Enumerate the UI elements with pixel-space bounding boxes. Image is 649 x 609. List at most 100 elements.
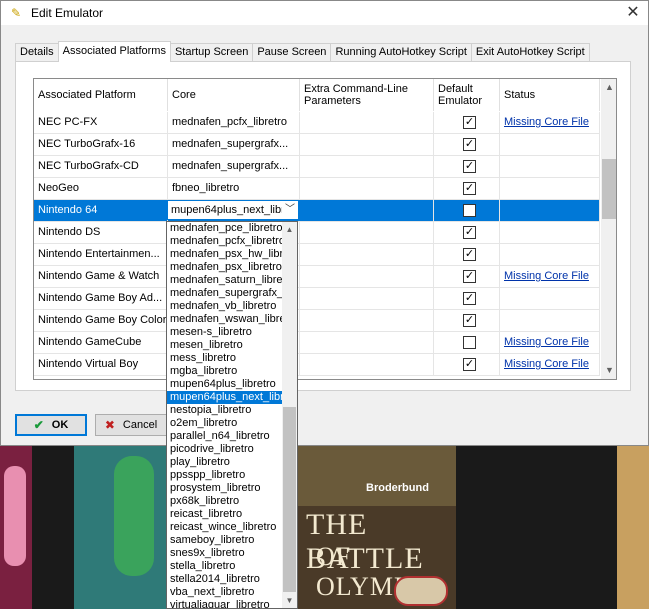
table-row[interactable]: Nintendo GameCube Missing Core File <box>34 332 600 354</box>
dropdown-option[interactable]: px68k_libretro <box>167 495 283 508</box>
core-cell[interactable]: mednafen_supergrafx... <box>168 134 300 155</box>
dropdown-option[interactable]: prosystem_libretro <box>167 482 283 495</box>
dropdown-scrollbar[interactable]: ▲ ▼ <box>282 222 297 608</box>
table-row[interactable]: NEC TurboGrafx-16 mednafen_supergrafx... ✓ <box>34 134 600 156</box>
scroll-down-icon[interactable]: ▼ <box>282 593 297 608</box>
tab-pause-screen[interactable]: Pause Screen <box>252 43 332 62</box>
table-row[interactable]: Nintendo Virtual Boy ✓ Missing Core File <box>34 354 600 376</box>
core-cell[interactable]: mednafen_pcfx_libretro <box>168 112 300 133</box>
default-emulator-checkbox[interactable]: ✓ <box>463 314 476 327</box>
grid-scrollbar[interactable]: ▲ ▼ <box>601 79 616 379</box>
status-cell[interactable]: Missing Core File <box>500 266 600 287</box>
scroll-up-icon[interactable]: ▲ <box>601 79 616 96</box>
default-emulator-checkbox[interactable]: ✓ <box>463 138 476 151</box>
dropdown-option[interactable]: mednafen_psx_libretro <box>167 261 283 274</box>
params-cell[interactable] <box>300 134 434 155</box>
default-emulator-checkbox[interactable] <box>463 336 476 349</box>
params-cell[interactable] <box>300 354 434 375</box>
default-emulator-checkbox[interactable]: ✓ <box>463 270 476 283</box>
default-emulator-checkbox[interactable]: ✓ <box>463 116 476 129</box>
dropdown-option[interactable]: ppsspp_libretro <box>167 469 283 482</box>
table-row[interactable]: Nintendo 64 <box>34 200 600 222</box>
dropdown-option[interactable]: virtualjaguar_libretro <box>167 599 283 608</box>
dropdown-option[interactable]: vba_next_libretro <box>167 586 283 599</box>
scroll-thumb[interactable] <box>283 407 296 592</box>
column-header[interactable]: Associated Platform <box>34 79 168 111</box>
core-cell[interactable]: mednafen_supergrafx... <box>168 156 300 177</box>
params-cell[interactable] <box>300 310 434 331</box>
default-emulator-checkbox[interactable]: ✓ <box>463 182 476 195</box>
core-cell[interactable]: fbneo_libretro <box>168 178 300 199</box>
dropdown-option[interactable]: mednafen_supergrafx_ <box>167 287 283 300</box>
params-cell[interactable] <box>300 222 434 243</box>
dropdown-option[interactable]: parallel_n64_libretro <box>167 430 283 443</box>
table-row[interactable]: Nintendo Game & Watch ✓ Missing Core File <box>34 266 600 288</box>
default-emulator-checkbox[interactable]: ✓ <box>463 248 476 261</box>
close-button[interactable]: ✕ <box>622 1 644 25</box>
params-cell[interactable] <box>300 200 434 221</box>
params-cell[interactable] <box>300 332 434 353</box>
params-cell[interactable] <box>300 112 434 133</box>
dropdown-option[interactable]: mesen_libretro <box>167 339 283 352</box>
tab-associated-platforms[interactable]: Associated Platforms <box>57 41 171 62</box>
dropdown-option[interactable]: mednafen_psx_hw_libr <box>167 248 283 261</box>
cancel-button[interactable]: ✖ Cancel <box>95 414 167 436</box>
table-row[interactable]: NeoGeo fbneo_libretro ✓ <box>34 178 600 200</box>
table-row[interactable]: Nintendo DS ✓ <box>34 222 600 244</box>
dropdown-option[interactable]: mupen64plus_next_libr <box>167 391 283 404</box>
tab-running-autohotkey-script[interactable]: Running AutoHotkey Script <box>330 43 472 62</box>
dropdown-option[interactable]: reicast_libretro <box>167 508 283 521</box>
scroll-up-icon[interactable]: ▲ <box>282 222 297 237</box>
default-emulator-checkbox[interactable] <box>463 204 476 217</box>
dropdown-option[interactable]: picodrive_libretro <box>167 443 283 456</box>
default-emulator-checkbox[interactable]: ✓ <box>463 358 476 371</box>
dropdown-option[interactable]: mupen64plus_libretro <box>167 378 283 391</box>
column-header[interactable]: Status <box>500 79 600 111</box>
table-row[interactable]: Nintendo Entertainmen... ✓ <box>34 244 600 266</box>
table-row[interactable]: Nintendo Game Boy Ad... ✓ <box>34 288 600 310</box>
core-combobox[interactable]: mupen64plus_next_libr ﹀ <box>167 200 299 220</box>
table-row[interactable]: NEC PC-FX mednafen_pcfx_libretro ✓ Missing … <box>34 112 600 134</box>
params-cell[interactable] <box>300 178 434 199</box>
dropdown-option[interactable]: mesen-s_libretro <box>167 326 283 339</box>
dropdown-option[interactable]: sameboy_libretro <box>167 534 283 547</box>
column-header[interactable]: Default Emulator <box>434 79 500 111</box>
dropdown-option[interactable]: mednafen_pce_libretro <box>167 222 283 235</box>
table-row[interactable]: Nintendo Game Boy Color ✓ <box>34 310 600 332</box>
tab-details[interactable]: Details <box>15 43 59 62</box>
table-row[interactable]: NEC TurboGrafx-CD mednafen_supergrafx... ✓ <box>34 156 600 178</box>
dropdown-option[interactable]: mess_libretro <box>167 352 283 365</box>
core-dropdown-list[interactable]: mednafen_pce_libretro mednafen_pcfx_libre… <box>166 221 298 609</box>
dropdown-option[interactable]: mgba_libretro <box>167 365 283 378</box>
dropdown-option[interactable]: mednafen_wswan_libre <box>167 313 283 326</box>
dropdown-option[interactable]: stella2014_libretro <box>167 573 283 586</box>
dropdown-option[interactable]: nestopia_libretro <box>167 404 283 417</box>
status-cell[interactable]: Missing Core File <box>500 112 600 133</box>
dropdown-option[interactable]: reicast_wince_libretro <box>167 521 283 534</box>
status-cell[interactable]: Missing Core File <box>500 354 600 375</box>
default-emulator-checkbox[interactable]: ✓ <box>463 226 476 239</box>
params-cell[interactable] <box>300 156 434 177</box>
scroll-thumb[interactable] <box>602 159 616 219</box>
dropdown-option[interactable]: snes9x_libretro <box>167 547 283 560</box>
dropdown-option[interactable]: mednafen_pcfx_libretro <box>167 235 283 248</box>
ok-button[interactable]: ✔ OK <box>15 414 87 436</box>
params-cell[interactable] <box>300 244 434 265</box>
status-cell[interactable]: Missing Core File <box>500 332 600 353</box>
default-emulator-checkbox[interactable]: ✓ <box>463 160 476 173</box>
params-cell[interactable] <box>300 288 434 309</box>
dropdown-option[interactable]: play_libretro <box>167 456 283 469</box>
dropdown-option[interactable]: mednafen_vb_libretro <box>167 300 283 313</box>
chevron-down-icon[interactable]: ﹀ <box>282 201 298 219</box>
column-header[interactable]: Core <box>168 79 300 111</box>
tab-startup-screen[interactable]: Startup Screen <box>169 43 254 62</box>
dropdown-option[interactable]: stella_libretro <box>167 560 283 573</box>
tab-exit-autohotkey-script[interactable]: Exit AutoHotkey Script <box>470 43 590 62</box>
dropdown-option[interactable]: o2em_libretro <box>167 417 283 430</box>
params-cell[interactable] <box>300 266 434 287</box>
dropdown-option[interactable]: mednafen_saturn_libre <box>167 274 283 287</box>
column-header[interactable]: Extra Command-Line Parameters <box>300 79 434 111</box>
scroll-down-icon[interactable]: ▼ <box>601 362 616 379</box>
default-emulator-checkbox[interactable]: ✓ <box>463 292 476 305</box>
tab-strip: Details Associated Platforms Startup Scree… <box>15 41 590 62</box>
